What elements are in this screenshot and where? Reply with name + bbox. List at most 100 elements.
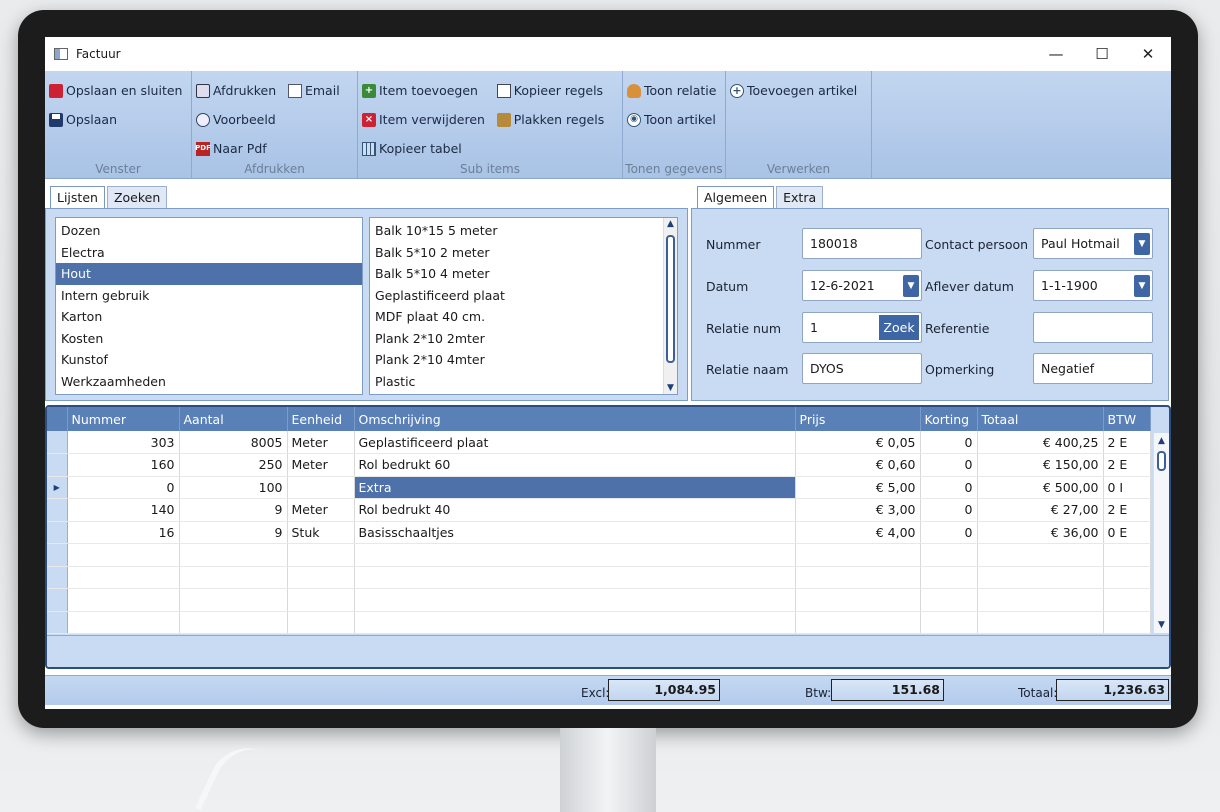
cell-aantal[interactable]: 9: [179, 498, 288, 522]
empty-cell[interactable]: [920, 611, 978, 634]
cell-eenheid[interactable]: Meter: [287, 453, 355, 477]
cell-korting[interactable]: 0: [920, 453, 978, 477]
cell-omschrijving[interactable]: Extra: [354, 476, 796, 499]
remove-item-button[interactable]: × Item verwijderen: [362, 105, 489, 134]
cell-prijs[interactable]: € 0,60: [795, 453, 921, 477]
list-item[interactable]: Plank 2*10 2mter: [370, 328, 677, 350]
cell-eenheid[interactable]: Meter: [287, 431, 355, 454]
list-item[interactable]: Electra: [56, 242, 362, 264]
empty-cell[interactable]: [179, 611, 288, 634]
cell-korting[interactable]: 0: [920, 431, 978, 454]
empty-cell[interactable]: [67, 566, 180, 589]
empty-cell[interactable]: [1103, 566, 1151, 589]
empty-cell[interactable]: [67, 611, 180, 634]
cell-totaal[interactable]: € 500,00: [977, 476, 1104, 499]
list-item[interactable]: Balk 5*10 4 meter: [370, 263, 677, 285]
table-row[interactable]: 16 9 Stuk Basisschaaltjes € 4,00 0 € 36,00 0 E: [47, 521, 1151, 544]
cell-aantal[interactable]: 250: [179, 453, 288, 477]
cell-totaal[interactable]: € 400,25: [977, 431, 1104, 454]
list-item[interactable]: Balk 10*15 5 meter: [370, 220, 677, 242]
empty-row[interactable]: [47, 611, 1151, 634]
cell-nummer[interactable]: 160: [67, 453, 180, 477]
empty-cell[interactable]: [1103, 588, 1151, 612]
cell-btw[interactable]: 2 E: [1103, 498, 1151, 522]
empty-cell[interactable]: [977, 566, 1104, 589]
maximize-button[interactable]: ☐: [1079, 37, 1125, 71]
cell-totaal[interactable]: € 150,00: [977, 453, 1104, 477]
tab-algemeen[interactable]: Algemeen: [697, 186, 775, 210]
copy-rows-button[interactable]: Kopieer regels: [496, 76, 608, 105]
empty-cell[interactable]: [354, 543, 796, 567]
cell-nummer[interactable]: 140: [67, 498, 180, 522]
tab-lijsten[interactable]: Lijsten: [50, 186, 105, 210]
cell-btw[interactable]: 0 E: [1103, 521, 1151, 544]
list-item[interactable]: Plank 2*10 4mter: [370, 349, 677, 371]
table-row[interactable]: ▶ 0 100 Extra € 5,00 0 € 500,00 0 I: [47, 476, 1151, 499]
row-header[interactable]: [47, 453, 68, 477]
cell-prijs[interactable]: € 0,05: [795, 431, 921, 454]
chevron-down-icon[interactable]: ▼: [1134, 233, 1150, 255]
copy-table-button[interactable]: Kopieer tabel: [362, 134, 489, 163]
email-button[interactable]: Email: [287, 76, 344, 105]
save-button[interactable]: Opslaan: [49, 105, 186, 134]
col-korting[interactable]: Korting: [920, 407, 978, 431]
datum-picker[interactable]: 12-6-2021 ▼: [802, 270, 922, 301]
nummer-field[interactable]: 180018: [802, 228, 922, 259]
table-row[interactable]: 303 8005 Meter Geplastificeerd plaat € 0,05 0…: [47, 431, 1151, 454]
cell-korting[interactable]: 0: [920, 521, 978, 544]
empty-cell[interactable]: [1103, 611, 1151, 634]
paste-rows-button[interactable]: Plakken regels: [496, 105, 608, 134]
minimize-button[interactable]: —: [1033, 37, 1079, 71]
empty-cell[interactable]: [977, 543, 1104, 567]
tab-zoeken[interactable]: Zoeken: [106, 186, 168, 208]
relatie-naam-field[interactable]: DYOS: [802, 353, 922, 384]
pdf-button[interactable]: PDF Naar Pdf: [195, 134, 280, 163]
col-omschrijving[interactable]: Omschrijving: [354, 407, 796, 431]
cell-aantal[interactable]: 8005: [179, 431, 288, 454]
empty-cell[interactable]: [920, 588, 978, 612]
empty-cell[interactable]: [179, 566, 288, 589]
list-item[interactable]: Plastic: [370, 371, 677, 393]
empty-cell[interactable]: [179, 543, 288, 567]
empty-cell[interactable]: [795, 543, 921, 567]
row-header[interactable]: [47, 498, 68, 522]
cell-prijs[interactable]: € 3,00: [795, 498, 921, 522]
list-item[interactable]: Hout: [56, 263, 362, 285]
relatie-num-field[interactable]: 1 Zoek: [802, 312, 922, 343]
empty-row[interactable]: [47, 588, 1151, 612]
show-article-button[interactable]: ◉ Toon artikel: [627, 105, 720, 134]
col-eenheid[interactable]: Eenheid: [287, 407, 355, 431]
cell-eenheid[interactable]: Meter: [287, 498, 355, 522]
cell-korting[interactable]: 0: [920, 498, 978, 522]
col-btw[interactable]: BTW: [1103, 407, 1151, 431]
col-totaal[interactable]: Totaal: [977, 407, 1104, 431]
contact-dropdown[interactable]: Paul Hotmail ▼: [1033, 228, 1153, 259]
grid-scrollbar[interactable]: ▲ ▼: [1153, 433, 1169, 633]
print-button[interactable]: Afdrukken: [196, 76, 280, 105]
empty-cell[interactable]: [67, 588, 180, 612]
empty-cell[interactable]: [354, 588, 796, 612]
cell-btw[interactable]: 0 I: [1103, 476, 1151, 499]
list-item[interactable]: Kunstof: [56, 349, 362, 371]
zoek-button[interactable]: Zoek: [879, 315, 919, 340]
row-header[interactable]: [47, 611, 68, 634]
tab-extra[interactable]: Extra: [776, 186, 824, 208]
scroll-thumb[interactable]: [666, 235, 675, 363]
chevron-down-icon[interactable]: ▼: [903, 275, 919, 297]
opmerking-field[interactable]: Negatief: [1033, 353, 1153, 384]
list-item[interactable]: Karton: [56, 306, 362, 328]
cell-eenheid[interactable]: Stuk: [287, 521, 355, 544]
empty-cell[interactable]: [795, 588, 921, 612]
article-list[interactable]: Balk 10*15 5 meter Balk 5*10 2 meter Balk …: [369, 217, 678, 395]
empty-cell[interactable]: [354, 566, 796, 589]
list-item[interactable]: Intern gebruik: [56, 285, 362, 307]
chevron-down-icon[interactable]: ▼: [1134, 275, 1150, 297]
empty-cell[interactable]: [920, 543, 978, 567]
scroll-thumb[interactable]: [1157, 451, 1166, 471]
cell-omschrijving[interactable]: Basisschaaltjes: [354, 521, 796, 544]
list-item[interactable]: Balk 5*10 2 meter: [370, 242, 677, 264]
show-relation-button[interactable]: Toon relatie: [627, 76, 720, 105]
cell-aantal[interactable]: 9: [179, 521, 288, 544]
scroll-down-icon[interactable]: ▼: [1154, 620, 1169, 630]
empty-cell[interactable]: [795, 611, 921, 634]
